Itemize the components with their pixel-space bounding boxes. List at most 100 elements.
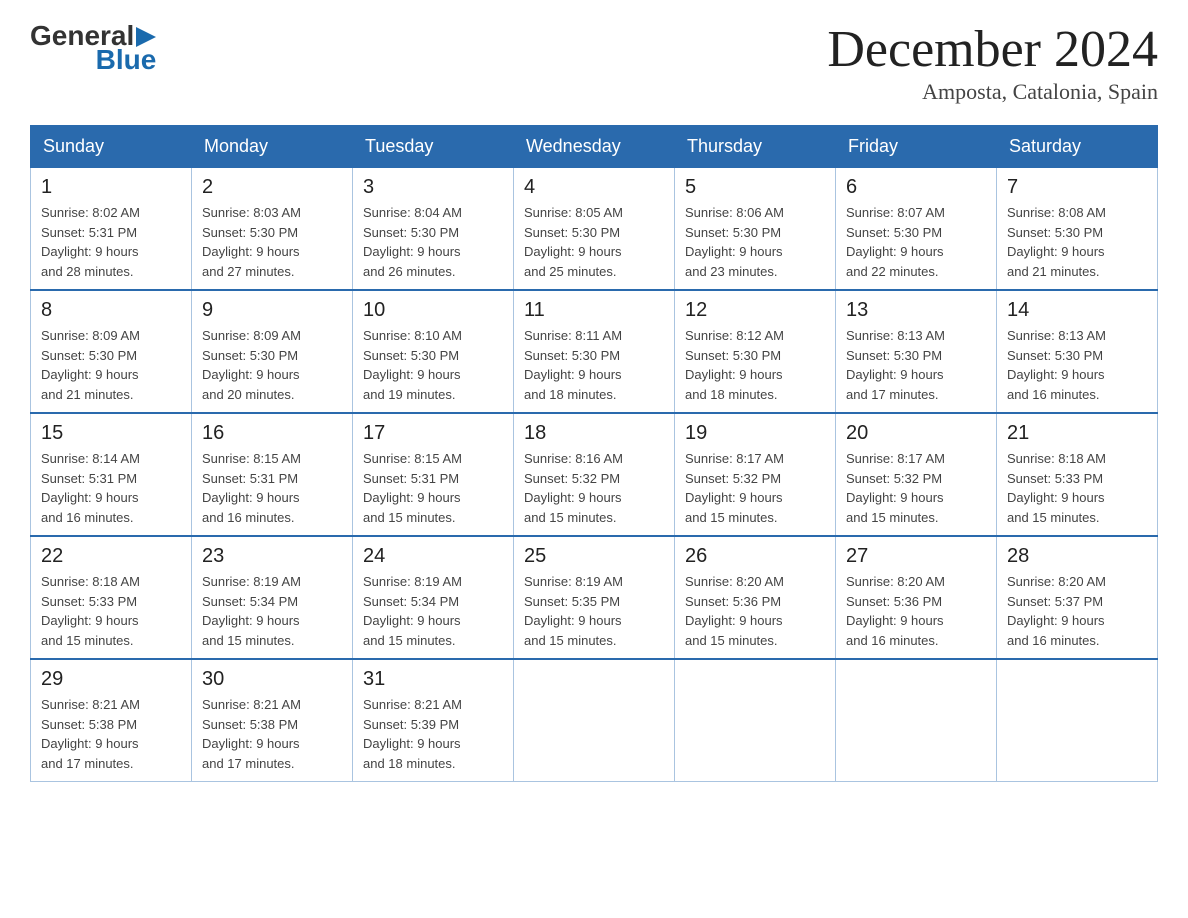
- day-info: Sunrise: 8:09 AMSunset: 5:30 PMDaylight:…: [41, 326, 181, 404]
- table-row: [836, 659, 997, 782]
- day-number: 15: [41, 422, 181, 445]
- day-number: 28: [1007, 545, 1147, 568]
- day-number: 3: [363, 176, 503, 199]
- table-row: 28 Sunrise: 8:20 AMSunset: 5:37 PMDayligh…: [997, 536, 1158, 659]
- day-info: Sunrise: 8:14 AMSunset: 5:31 PMDaylight:…: [41, 449, 181, 527]
- day-info: Sunrise: 8:21 AMSunset: 5:39 PMDaylight:…: [363, 695, 503, 773]
- day-number: 21: [1007, 422, 1147, 445]
- calendar-week-row: 1Sunrise: 8:02 AMSunset: 5:31 PMDaylight…: [31, 168, 1158, 291]
- day-number: 7: [1007, 176, 1147, 199]
- calendar-week-row: 8 Sunrise: 8:09 AMSunset: 5:30 PMDaylight…: [31, 290, 1158, 413]
- table-row: 3Sunrise: 8:04 AMSunset: 5:30 PMDaylight…: [353, 168, 514, 291]
- day-number: 12: [685, 299, 825, 322]
- day-number: 14: [1007, 299, 1147, 322]
- table-row: 9 Sunrise: 8:09 AMSunset: 5:30 PMDaylight…: [192, 290, 353, 413]
- table-row: 15 Sunrise: 8:14 AMSunset: 5:31 PMDayligh…: [31, 413, 192, 536]
- day-number: 23: [202, 545, 342, 568]
- day-info: Sunrise: 8:12 AMSunset: 5:30 PMDaylight:…: [685, 326, 825, 404]
- table-row: [514, 659, 675, 782]
- col-monday: Monday: [192, 126, 353, 168]
- day-info: Sunrise: 8:16 AMSunset: 5:32 PMDaylight:…: [524, 449, 664, 527]
- day-number: 27: [846, 545, 986, 568]
- table-row: 27 Sunrise: 8:20 AMSunset: 5:36 PMDayligh…: [836, 536, 997, 659]
- day-info: Sunrise: 8:09 AMSunset: 5:30 PMDaylight:…: [202, 326, 342, 404]
- day-info: Sunrise: 8:05 AMSunset: 5:30 PMDaylight:…: [524, 203, 664, 281]
- day-info: Sunrise: 8:07 AMSunset: 5:30 PMDaylight:…: [846, 203, 986, 281]
- day-info: Sunrise: 8:08 AMSunset: 5:30 PMDaylight:…: [1007, 203, 1147, 281]
- calendar-table: Sunday Monday Tuesday Wednesday Thursday…: [30, 125, 1158, 782]
- table-row: 30 Sunrise: 8:21 AMSunset: 5:38 PMDayligh…: [192, 659, 353, 782]
- day-info: Sunrise: 8:15 AMSunset: 5:31 PMDaylight:…: [202, 449, 342, 527]
- day-number: 18: [524, 422, 664, 445]
- table-row: 10 Sunrise: 8:10 AMSunset: 5:30 PMDayligh…: [353, 290, 514, 413]
- day-info: Sunrise: 8:19 AMSunset: 5:34 PMDaylight:…: [363, 572, 503, 650]
- page-header: General Blue December 2024 Amposta, Cata…: [30, 20, 1158, 105]
- table-row: 23 Sunrise: 8:19 AMSunset: 5:34 PMDayligh…: [192, 536, 353, 659]
- day-number: 29: [41, 668, 181, 691]
- table-row: 4 Sunrise: 8:05 AMSunset: 5:30 PMDaylight…: [514, 168, 675, 291]
- day-info: Sunrise: 8:19 AMSunset: 5:35 PMDaylight:…: [524, 572, 664, 650]
- day-info: Sunrise: 8:15 AMSunset: 5:31 PMDaylight:…: [363, 449, 503, 527]
- calendar-header-row: Sunday Monday Tuesday Wednesday Thursday…: [31, 126, 1158, 168]
- table-row: 24 Sunrise: 8:19 AMSunset: 5:34 PMDayligh…: [353, 536, 514, 659]
- col-sunday: Sunday: [31, 126, 192, 168]
- day-number: 26: [685, 545, 825, 568]
- day-info: Sunrise: 8:18 AMSunset: 5:33 PMDaylight:…: [1007, 449, 1147, 527]
- table-row: 22Sunrise: 8:18 AMSunset: 5:33 PMDayligh…: [31, 536, 192, 659]
- day-number: 5: [685, 176, 825, 199]
- table-row: 17 Sunrise: 8:15 AMSunset: 5:31 PMDayligh…: [353, 413, 514, 536]
- table-row: 12 Sunrise: 8:12 AMSunset: 5:30 PMDayligh…: [675, 290, 836, 413]
- table-row: 26 Sunrise: 8:20 AMSunset: 5:36 PMDayligh…: [675, 536, 836, 659]
- day-number: 30: [202, 668, 342, 691]
- logo-blue-text: Blue: [96, 44, 157, 76]
- table-row: 25Sunrise: 8:19 AMSunset: 5:35 PMDayligh…: [514, 536, 675, 659]
- day-number: 31: [363, 668, 503, 691]
- month-year-title: December 2024: [827, 20, 1158, 79]
- col-friday: Friday: [836, 126, 997, 168]
- day-number: 17: [363, 422, 503, 445]
- table-row: 11Sunrise: 8:11 AMSunset: 5:30 PMDayligh…: [514, 290, 675, 413]
- day-info: Sunrise: 8:17 AMSunset: 5:32 PMDaylight:…: [685, 449, 825, 527]
- table-row: 31 Sunrise: 8:21 AMSunset: 5:39 PMDayligh…: [353, 659, 514, 782]
- day-info: Sunrise: 8:20 AMSunset: 5:37 PMDaylight:…: [1007, 572, 1147, 650]
- col-wednesday: Wednesday: [514, 126, 675, 168]
- title-area: December 2024 Amposta, Catalonia, Spain: [827, 20, 1158, 105]
- day-number: 1: [41, 176, 181, 199]
- day-info: Sunrise: 8:19 AMSunset: 5:34 PMDaylight:…: [202, 572, 342, 650]
- table-row: 7 Sunrise: 8:08 AMSunset: 5:30 PMDaylight…: [997, 168, 1158, 291]
- day-info: Sunrise: 8:20 AMSunset: 5:36 PMDaylight:…: [685, 572, 825, 650]
- table-row: 29Sunrise: 8:21 AMSunset: 5:38 PMDayligh…: [31, 659, 192, 782]
- table-row: 19 Sunrise: 8:17 AMSunset: 5:32 PMDayligh…: [675, 413, 836, 536]
- col-tuesday: Tuesday: [353, 126, 514, 168]
- table-row: 1Sunrise: 8:02 AMSunset: 5:31 PMDaylight…: [31, 168, 192, 291]
- day-number: 11: [524, 299, 664, 322]
- day-info: Sunrise: 8:13 AMSunset: 5:30 PMDaylight:…: [1007, 326, 1147, 404]
- logo: General Blue: [30, 20, 156, 76]
- day-number: 4: [524, 176, 664, 199]
- table-row: [997, 659, 1158, 782]
- day-number: 24: [363, 545, 503, 568]
- table-row: 5 Sunrise: 8:06 AMSunset: 5:30 PMDaylight…: [675, 168, 836, 291]
- day-info: Sunrise: 8:17 AMSunset: 5:32 PMDaylight:…: [846, 449, 986, 527]
- day-number: 13: [846, 299, 986, 322]
- calendar-week-row: 22Sunrise: 8:18 AMSunset: 5:33 PMDayligh…: [31, 536, 1158, 659]
- day-info: Sunrise: 8:20 AMSunset: 5:36 PMDaylight:…: [846, 572, 986, 650]
- day-info: Sunrise: 8:10 AMSunset: 5:30 PMDaylight:…: [363, 326, 503, 404]
- day-info: Sunrise: 8:13 AMSunset: 5:30 PMDaylight:…: [846, 326, 986, 404]
- col-thursday: Thursday: [675, 126, 836, 168]
- day-info: Sunrise: 8:21 AMSunset: 5:38 PMDaylight:…: [202, 695, 342, 773]
- table-row: [675, 659, 836, 782]
- day-number: 10: [363, 299, 503, 322]
- day-info: Sunrise: 8:06 AMSunset: 5:30 PMDaylight:…: [685, 203, 825, 281]
- table-row: 8 Sunrise: 8:09 AMSunset: 5:30 PMDaylight…: [31, 290, 192, 413]
- day-number: 6: [846, 176, 986, 199]
- day-number: 19: [685, 422, 825, 445]
- table-row: 14 Sunrise: 8:13 AMSunset: 5:30 PMDayligh…: [997, 290, 1158, 413]
- table-row: 13 Sunrise: 8:13 AMSunset: 5:30 PMDayligh…: [836, 290, 997, 413]
- day-number: 16: [202, 422, 342, 445]
- day-info: Sunrise: 8:18 AMSunset: 5:33 PMDaylight:…: [41, 572, 181, 650]
- table-row: 21 Sunrise: 8:18 AMSunset: 5:33 PMDayligh…: [997, 413, 1158, 536]
- table-row: 18 Sunrise: 8:16 AMSunset: 5:32 PMDayligh…: [514, 413, 675, 536]
- day-number: 9: [202, 299, 342, 322]
- day-number: 8: [41, 299, 181, 322]
